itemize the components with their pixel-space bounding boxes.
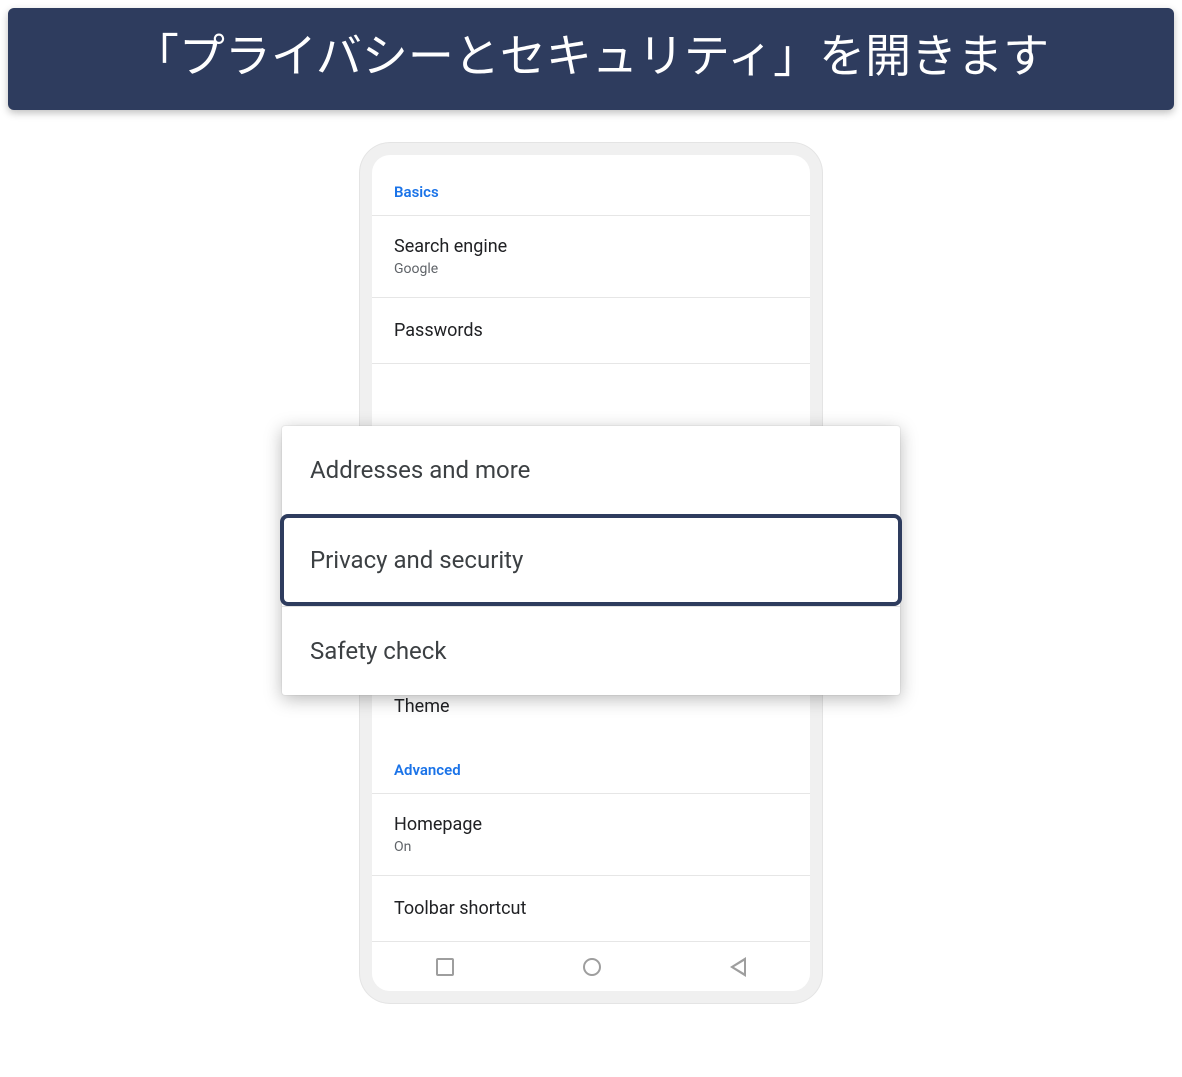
section-header-basics: Basics — [372, 161, 810, 215]
settings-item-toolbar-shortcut[interactable]: Toolbar shortcut — [372, 875, 810, 941]
item-title: Toolbar shortcut — [394, 898, 788, 919]
item-subtitle: Google — [394, 261, 788, 277]
item-title: Passwords — [394, 320, 788, 341]
settings-item-privacy-security[interactable]: Privacy and security — [280, 514, 902, 606]
item-subtitle: On — [394, 839, 788, 855]
settings-item-addresses[interactable]: Addresses and more — [282, 426, 900, 514]
section-header-advanced: Advanced — [372, 739, 810, 793]
item-title: Theme — [394, 696, 788, 717]
home-icon[interactable] — [583, 958, 601, 976]
back-icon[interactable] — [730, 957, 746, 977]
item-title: Homepage — [394, 814, 788, 835]
settings-item-search-engine[interactable]: Search engine Google — [372, 215, 810, 297]
settings-item-safety-check[interactable]: Safety check — [282, 606, 900, 695]
settings-item-homepage[interactable]: Homepage On — [372, 793, 810, 875]
item-title: Search engine — [394, 236, 788, 257]
instruction-banner: 「プライバシーとセキュリティ」を開きます — [8, 8, 1174, 110]
android-nav-bar — [372, 941, 810, 991]
recent-apps-icon[interactable] — [436, 958, 454, 976]
zoom-callout: Addresses and more Privacy and security … — [282, 426, 900, 695]
settings-item-passwords[interactable]: Passwords — [372, 297, 810, 363]
